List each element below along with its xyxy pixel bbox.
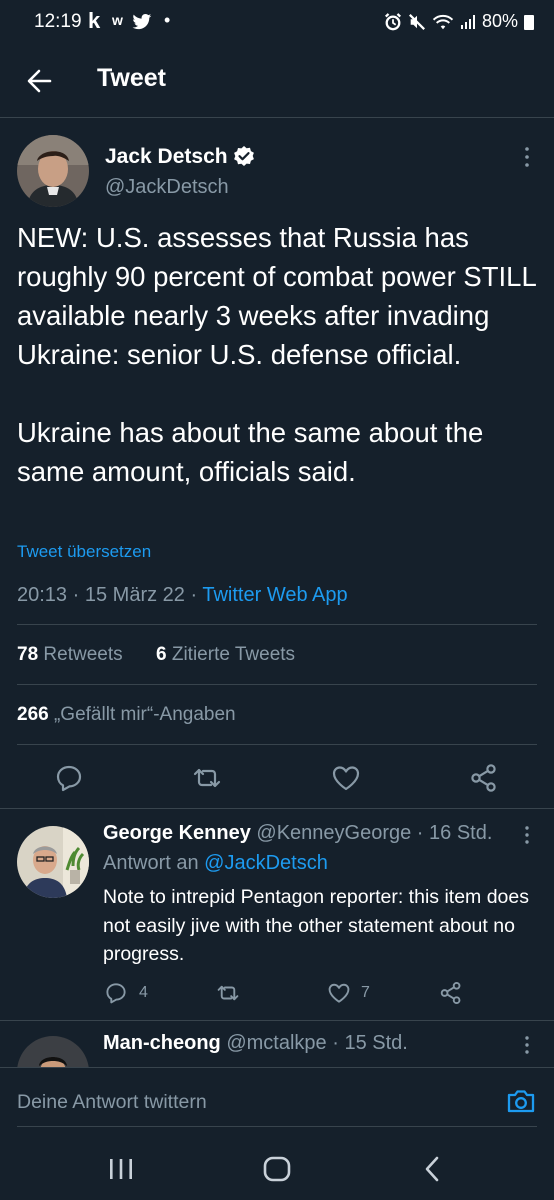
more-options-icon[interactable]	[517, 145, 537, 169]
reply-2-clip: Man-cheong @mctalkpe · 15 Std.	[0, 1021, 554, 1067]
reply-2-avatar[interactable]	[17, 1036, 89, 1067]
more-options-icon[interactable]	[517, 1034, 537, 1056]
reply-icon[interactable]	[105, 982, 127, 1004]
retweets-stat[interactable]: 78 Retweets	[17, 644, 123, 666]
meta-separator: ·	[190, 584, 198, 606]
tweet-text: NEW: U.S. assesses that Russia has rough…	[17, 222, 536, 487]
reply-2-time: · 15 Std.	[332, 1032, 408, 1054]
tweet-time: 20:13	[17, 584, 68, 606]
alarm-icon	[384, 12, 401, 30]
compose-bar: Deine Antwort twittern	[0, 1067, 554, 1130]
header-divider	[0, 117, 554, 118]
status-right-cluster: 80%	[384, 11, 534, 32]
system-nav-bar	[0, 1130, 554, 1200]
reply-2-author-name[interactable]: Man-cheong	[103, 1032, 221, 1054]
likes-count: 266	[17, 704, 49, 725]
reply-to-label: Antwort an	[103, 852, 199, 874]
reply-to-line: Antwort an @JackDetsch	[103, 852, 328, 875]
reply-2-author-handle[interactable]: @mctalkpe	[226, 1032, 326, 1054]
quotes-stat[interactable]: 6 Zitierte Tweets	[156, 644, 295, 666]
reply-2-header: Man-cheong @mctalkpe · 15 Std.	[103, 1032, 408, 1055]
author-avatar[interactable]	[17, 135, 89, 207]
retweet-icon[interactable]	[215, 982, 241, 1004]
retweets-count: 78	[17, 644, 39, 665]
reply-like-count: 7	[361, 984, 370, 1001]
reply-text: Note to intrepid Pentagon reporter: this…	[103, 886, 529, 965]
nav-back-icon[interactable]	[423, 1156, 441, 1182]
quotes-label: Zitierte Tweets	[171, 644, 296, 665]
verified-badge-icon	[234, 146, 254, 166]
like-icon[interactable]	[327, 982, 351, 1004]
battery-percent: 80%	[481, 11, 518, 31]
stats-divider-bottom	[17, 744, 537, 745]
retweet-icon[interactable]	[191, 764, 223, 792]
retweets-label: Retweets	[43, 644, 123, 665]
reply-time: · 16 Std.	[416, 822, 493, 844]
like-icon[interactable]	[331, 764, 361, 792]
author-handle[interactable]: @JackDetsch	[105, 176, 229, 199]
compose-underline	[17, 1126, 537, 1127]
author-name[interactable]: Jack Detsch	[105, 145, 228, 169]
battery-icon	[524, 15, 534, 30]
reply-compose-input[interactable]: Deine Antwort twittern	[17, 1091, 207, 1114]
more-notifications-dot-icon: •	[164, 10, 171, 30]
actions-divider	[0, 808, 554, 809]
twitter-bird-icon	[132, 14, 152, 30]
reply-header: George Kenney @KenneyGeorge · 16 Std.	[103, 822, 492, 845]
reply-icon[interactable]	[55, 764, 83, 792]
share-icon[interactable]	[469, 763, 499, 793]
meta-separator: ·	[72, 584, 80, 606]
reply-to-handle[interactable]: @JackDetsch	[204, 852, 328, 874]
tweet-date: 15 März 22	[84, 584, 185, 606]
quotes-count: 6	[156, 644, 167, 665]
back-arrow-icon[interactable]	[24, 64, 54, 98]
reply-author-handle[interactable]: @KenneyGeorge	[256, 822, 411, 844]
wifi-icon	[432, 14, 454, 29]
page-title: Tweet	[97, 64, 166, 92]
likes-stat[interactable]: 266 „Gefällt mir“-Angaben	[17, 704, 236, 726]
recents-icon[interactable]	[108, 1157, 134, 1181]
reply-reply-count: 4	[139, 984, 148, 1001]
status-bar: 12:19 k w • 80%	[0, 0, 554, 44]
status-time: 12:19	[34, 11, 82, 32]
camera-icon[interactable]	[506, 1088, 536, 1114]
share-icon[interactable]	[439, 981, 463, 1005]
tweet-meta: 20:13 · 15 März 22 · Twitter Web App	[17, 584, 348, 607]
home-icon[interactable]	[263, 1156, 291, 1182]
reply-author-name[interactable]: George Kenney	[103, 822, 251, 844]
more-options-icon[interactable]	[517, 824, 537, 846]
notification-w-icon: w	[112, 12, 123, 28]
stats-divider-top	[17, 624, 537, 625]
reply-avatar[interactable]	[17, 826, 89, 898]
notification-k-icon: k	[88, 8, 101, 33]
stats-divider-middle	[17, 684, 537, 685]
translate-tweet-link[interactable]: Tweet übersetzen	[17, 542, 151, 562]
signal-icon	[460, 14, 475, 29]
tweet-source-link[interactable]: Twitter Web App	[202, 584, 347, 606]
likes-label: „Gefällt mir“-Angaben	[53, 704, 236, 725]
mute-icon	[408, 13, 425, 30]
